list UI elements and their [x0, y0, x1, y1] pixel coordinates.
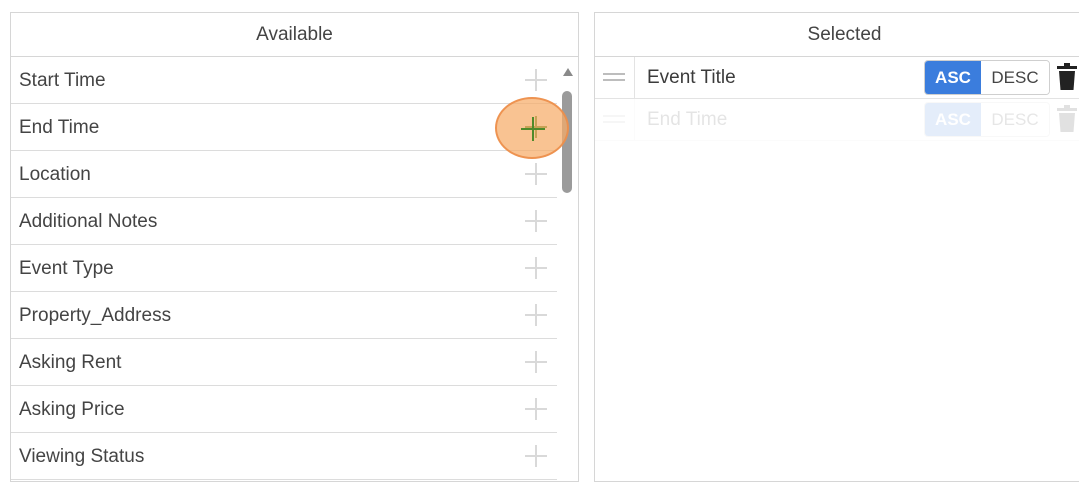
list-item-label: Property_Address: [19, 305, 172, 326]
available-header: Available: [11, 13, 578, 57]
plus-icon[interactable]: [525, 398, 547, 420]
list-item-viewing-status[interactable]: Viewing Status: [11, 433, 557, 480]
list-item-label: End Time: [19, 117, 100, 138]
plus-icon[interactable]: [525, 69, 547, 91]
selected-row-event-title: Event Title ASC DESC: [595, 57, 1079, 99]
drag-handle-icon[interactable]: [595, 57, 635, 99]
list-item-event-type[interactable]: Event Type: [11, 245, 557, 292]
list-item-start-time[interactable]: Start Time: [11, 57, 557, 104]
plus-icon-highlighted[interactable]: [521, 117, 545, 141]
selected-list: Event Title ASC DESC End Time ASC DESC: [595, 57, 1079, 141]
selected-item-label: Event Title: [647, 67, 736, 88]
desc-button[interactable]: DESC: [981, 103, 1049, 136]
plus-icon[interactable]: [525, 304, 547, 326]
list-item-property-address[interactable]: Property_Address: [11, 292, 557, 339]
desc-button[interactable]: DESC: [981, 61, 1049, 94]
plus-icon[interactable]: [525, 210, 547, 232]
plus-icon[interactable]: [525, 257, 547, 279]
list-item-end-time[interactable]: End Time: [11, 104, 557, 151]
asc-button[interactable]: ASC: [925, 61, 981, 94]
trash-icon[interactable]: [1057, 105, 1077, 133]
available-panel: Available Start Time End Time Location A…: [10, 12, 579, 482]
trash-icon[interactable]: [1057, 63, 1077, 91]
list-item-asking-price[interactable]: Asking Price: [11, 386, 557, 433]
plus-icon[interactable]: [525, 445, 547, 467]
list-item-label: Asking Rent: [19, 352, 122, 373]
selected-panel: Selected Event Title ASC DESC End Time A…: [594, 12, 1079, 482]
sort-toggle: ASC DESC: [924, 60, 1050, 95]
asc-button[interactable]: ASC: [925, 103, 981, 136]
list-item-label: Start Time: [19, 70, 106, 91]
list-item-label: Asking Price: [19, 399, 125, 420]
plus-icon[interactable]: [525, 163, 547, 185]
selected-row-end-time-dragging: End Time ASC DESC: [595, 99, 1079, 141]
drag-handle-icon[interactable]: [595, 99, 635, 141]
list-item-label: Viewing Status: [19, 446, 145, 467]
sort-toggle: ASC DESC: [924, 102, 1050, 137]
scroll-up-arrow-icon[interactable]: [563, 68, 573, 76]
selected-item-label: End Time: [647, 109, 728, 130]
list-item-asking-rent[interactable]: Asking Rent: [11, 339, 557, 386]
available-list: Start Time End Time Location Additional …: [11, 57, 578, 480]
list-item-label: Location: [19, 164, 91, 185]
plus-icon[interactable]: [525, 351, 547, 373]
list-item-label: Event Type: [19, 258, 114, 279]
list-item-label: Additional Notes: [19, 211, 158, 232]
selected-header: Selected: [595, 13, 1079, 57]
list-item-additional-notes[interactable]: Additional Notes: [11, 198, 557, 245]
list-item-location[interactable]: Location: [11, 151, 557, 198]
